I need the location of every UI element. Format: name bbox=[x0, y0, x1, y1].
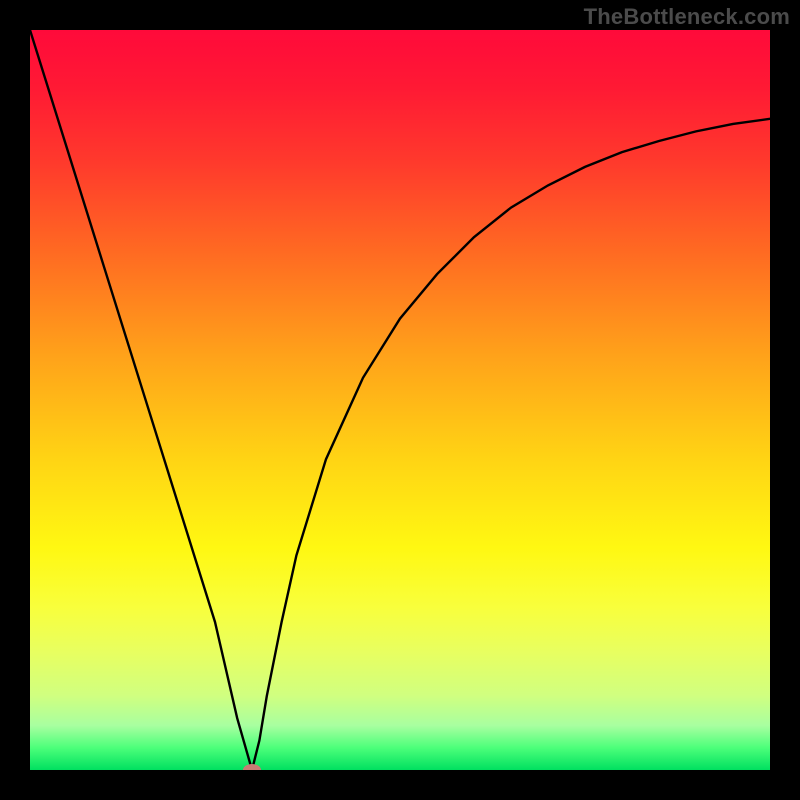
chart-frame: TheBottleneck.com bbox=[0, 0, 800, 800]
plot-area bbox=[30, 30, 770, 770]
watermark-text: TheBottleneck.com bbox=[584, 4, 790, 30]
bottleneck-curve bbox=[30, 30, 770, 770]
minimum-point-marker bbox=[243, 764, 261, 770]
curve-svg bbox=[30, 30, 770, 770]
